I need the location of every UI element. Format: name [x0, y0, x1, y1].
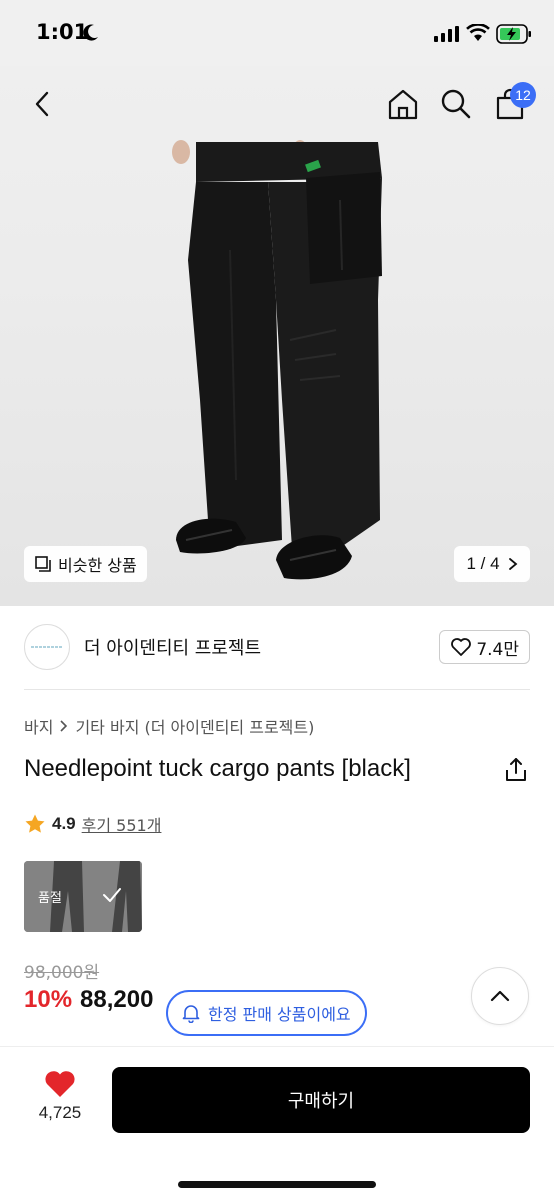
back-button[interactable]: [22, 84, 62, 124]
page-indicator-text: 1 / 4: [466, 554, 500, 573]
home-icon: [388, 89, 418, 120]
chevron-right-icon: [508, 558, 517, 570]
breadcrumb: 바지 기타 바지 (더 아이덴티티 프로젝트): [24, 714, 314, 738]
wishlist-button[interactable]: 4,725: [30, 1069, 90, 1129]
copy-icon: [35, 556, 51, 572]
search-button[interactable]: [436, 84, 476, 124]
buy-button[interactable]: 구매하기: [112, 1067, 530, 1133]
wifi-icon: [466, 24, 490, 41]
chevron-left-icon: [35, 91, 49, 117]
bottom-action-bar: 4,725 구매하기: [0, 1046, 554, 1200]
brand-like-count: 7.4만: [476, 639, 519, 660]
sale-price: 88,200: [80, 986, 154, 1013]
limited-sale-text: 한정 판매 상품이에요: [208, 1005, 351, 1024]
search-icon: [441, 89, 471, 119]
home-button[interactable]: [383, 84, 423, 124]
product-title: Needlepoint tuck cargo pants [black]: [24, 755, 411, 782]
divider: [24, 689, 530, 690]
brand-logo-mark: [31, 646, 63, 648]
chevron-right-icon: [60, 720, 68, 732]
rating-row: 4.9 후기 551개: [24, 812, 161, 836]
discount-rate: 10%: [24, 986, 73, 1013]
limited-sale-notice: 한정 판매 상품이에요: [166, 990, 367, 1036]
breadcrumb-category[interactable]: 바지: [24, 714, 53, 738]
star-icon: [25, 814, 45, 833]
scroll-to-top-button[interactable]: [471, 967, 529, 1025]
brand-like-button[interactable]: 7.4만: [439, 630, 530, 664]
home-indicator: [178, 1181, 376, 1188]
cart-count-badge: 12: [510, 82, 536, 108]
share-icon: [506, 758, 526, 781]
brand-row[interactable]: 더 아이덴티티 프로젝트 7.4만: [24, 622, 530, 672]
similar-products-button[interactable]: 비슷한 상품: [24, 546, 147, 582]
status-bar: 1:01: [0, 0, 554, 66]
battery-charging-icon: [496, 24, 531, 44]
price-row: 10% 88,200: [24, 986, 153, 1014]
signal-icon: [434, 26, 459, 42]
original-price: 98,000원: [24, 963, 100, 983]
brand-logo: [24, 624, 70, 670]
reviews-link[interactable]: 후기 551개: [82, 812, 162, 836]
cart-button[interactable]: 12: [490, 82, 536, 124]
heart-filled-icon: [45, 1071, 75, 1097]
heart-outline-icon: [451, 638, 472, 656]
share-button[interactable]: [502, 756, 530, 784]
moon-icon: [83, 24, 98, 41]
wishlist-count: 4,725: [38, 1103, 82, 1122]
chevron-up-icon: [490, 990, 510, 1002]
status-time: 1:01: [36, 20, 89, 44]
brand-name: 더 아이덴티티 프로젝트: [84, 638, 262, 659]
color-option-thumbnail[interactable]: 품절: [24, 861, 142, 932]
breadcrumb-subcategory[interactable]: 기타 바지 (더 아이덴티티 프로젝트): [75, 714, 314, 738]
bell-icon: [182, 1005, 200, 1023]
rating-value: 4.9: [52, 814, 76, 833]
similar-products-label: 비슷한 상품: [58, 556, 137, 575]
sold-out-label: 품절: [38, 891, 62, 906]
image-page-indicator[interactable]: 1 / 4: [454, 546, 530, 582]
